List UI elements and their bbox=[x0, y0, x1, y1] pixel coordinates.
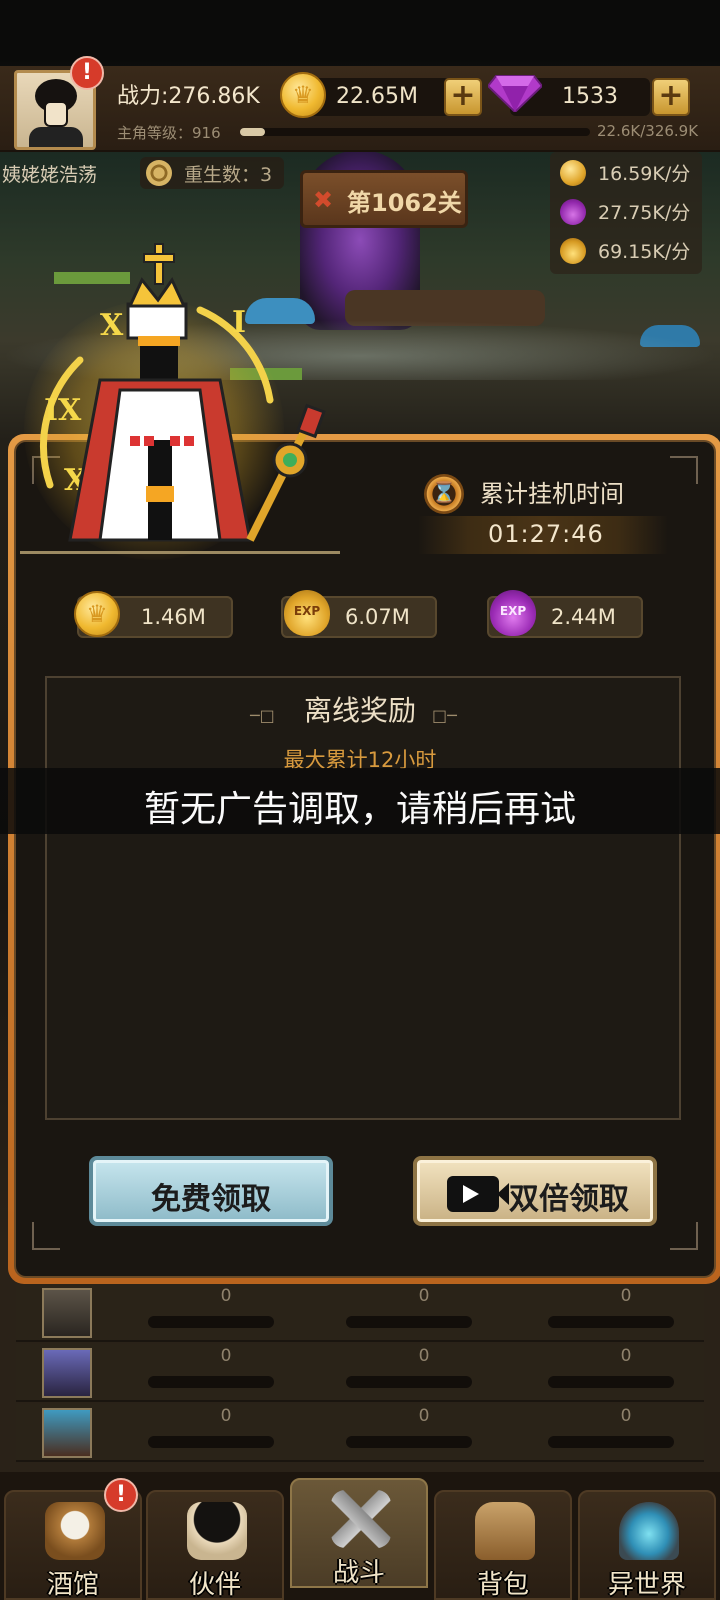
add-gem-button[interactable]: + bbox=[652, 78, 690, 116]
free-claim-button[interactable]: 免费领取 bbox=[89, 1156, 333, 1226]
rebirth-label: 重生数：3 bbox=[184, 164, 273, 186]
svg-text:X: X bbox=[100, 308, 124, 343]
income-rates-panel: 16.59K/分 27.75K/分 69.15K/分 bbox=[550, 152, 702, 274]
hero-level-exp: 22.6K/326.9K bbox=[597, 122, 699, 140]
beer-mug-icon bbox=[45, 1502, 105, 1560]
partner-stat: 0 bbox=[620, 1286, 632, 1306]
hourglass-icon bbox=[424, 474, 464, 514]
crossed-swords-icon: ✖ bbox=[313, 186, 334, 214]
nav-partner[interactable]: 伙伴 bbox=[146, 1490, 284, 1600]
partner-icon bbox=[187, 1502, 247, 1560]
partner-progress-bar bbox=[346, 1316, 472, 1328]
avatar-face bbox=[44, 101, 68, 127]
offline-reward-title: 离线奖励 bbox=[303, 694, 416, 727]
tavern-alert-badge: ! bbox=[104, 1478, 138, 1512]
dialog-corner-ornament bbox=[670, 1222, 698, 1250]
gold-value: 22.65M bbox=[336, 84, 418, 109]
add-gold-button[interactable]: + bbox=[444, 78, 482, 116]
partner-progress-bar bbox=[148, 1316, 274, 1328]
partner-stat: 0 bbox=[418, 1286, 430, 1306]
partner-avatar bbox=[42, 1348, 92, 1398]
king-hero-illustration: X IIXX bbox=[40, 243, 326, 542]
reward-gold-exp-value: 6.07M bbox=[345, 605, 410, 629]
purple-exp-icon-text: EXP bbox=[499, 604, 527, 618]
partner-stat: 0 bbox=[620, 1346, 632, 1366]
nav-backpack[interactable]: 背包 bbox=[434, 1490, 572, 1600]
partner-progress-bar bbox=[548, 1316, 674, 1328]
hero-level-progress bbox=[240, 128, 590, 136]
avatar-alert-badge: ! bbox=[70, 56, 104, 90]
toast-text: 暂无广告调取，请稍后再试 bbox=[143, 789, 576, 830]
reward-purple-exp-value: 2.44M bbox=[551, 605, 616, 629]
partner-progress-bar bbox=[548, 1376, 674, 1388]
purple-exp-icon bbox=[560, 199, 586, 225]
partner-stat: 0 bbox=[220, 1286, 232, 1306]
partner-stat: 0 bbox=[418, 1406, 430, 1426]
free-claim-label: 免费领取 bbox=[151, 1182, 271, 1217]
purple-exp-icon: EXP bbox=[490, 590, 536, 636]
player-name: 姨姥姥浩荡 bbox=[2, 164, 98, 186]
nav-otherworld-label: 异世界 bbox=[607, 1570, 686, 1600]
partner-row[interactable]: 0 0 0 bbox=[16, 1284, 704, 1342]
partner-stat: 0 bbox=[418, 1346, 430, 1366]
partner-avatar bbox=[42, 1408, 92, 1458]
rebirth-counter[interactable]: 重生数：3 bbox=[140, 157, 284, 189]
gold-exp-icon bbox=[560, 238, 586, 264]
gold-coin-icon bbox=[74, 591, 120, 637]
double-claim-label: 双倍领取 bbox=[509, 1182, 629, 1217]
reward-gold-value: 1.46M bbox=[141, 605, 206, 629]
partner-stat: 0 bbox=[620, 1406, 632, 1426]
crossed-swords-icon bbox=[331, 1490, 391, 1548]
backpack-icon bbox=[475, 1502, 535, 1560]
portal-icon bbox=[619, 1502, 679, 1560]
nav-partner-label: 伙伴 bbox=[188, 1570, 241, 1600]
dialog-corner-ornament bbox=[670, 456, 698, 484]
nav-otherworld[interactable]: 异世界 bbox=[578, 1490, 716, 1600]
idle-time-label: 累计挂机时间 bbox=[480, 480, 624, 508]
stage-banner: ✖ 第1062关 bbox=[300, 170, 468, 228]
offline-reward-panel bbox=[45, 676, 681, 1120]
gold-exp-rate: 69.15K/分 bbox=[598, 241, 691, 263]
nav-battle-label: 战斗 bbox=[332, 1558, 385, 1588]
partner-row[interactable]: 0 0 0 bbox=[16, 1344, 704, 1402]
avatar-body bbox=[29, 127, 83, 147]
stage-number: 第1062关 bbox=[347, 189, 462, 217]
nav-tavern-label: 酒馆 bbox=[46, 1570, 99, 1600]
gold-rate: 16.59K/分 bbox=[598, 163, 691, 185]
gold-exp-icon: EXP bbox=[284, 590, 330, 636]
hero-level-label: 主角等级：916 bbox=[117, 124, 221, 142]
gold-exp-icon-text: EXP bbox=[293, 604, 321, 618]
partner-stat: 0 bbox=[220, 1346, 232, 1366]
dialog-corner-ornament bbox=[32, 1222, 60, 1250]
nav-backpack-label: 背包 bbox=[476, 1570, 529, 1600]
video-camera-icon bbox=[447, 1176, 509, 1212]
partner-stat: 0 bbox=[220, 1406, 232, 1426]
purple-exp-rate: 27.75K/分 bbox=[598, 202, 691, 224]
partner-progress-bar bbox=[148, 1376, 274, 1388]
partner-progress-bar bbox=[346, 1376, 472, 1388]
idle-time-value: 01:27:46 bbox=[488, 520, 604, 548]
partner-avatar bbox=[42, 1288, 92, 1338]
gold-coin-icon bbox=[560, 160, 586, 186]
hero-platform-line bbox=[20, 551, 340, 554]
svg-text:I: I bbox=[232, 305, 246, 340]
partner-progress-bar bbox=[548, 1436, 674, 1448]
combat-power: 战力:276.86K bbox=[117, 84, 260, 109]
purple-gem-icon bbox=[488, 75, 542, 112]
partner-progress-bar bbox=[346, 1436, 472, 1448]
hero-level-progress-fill bbox=[240, 128, 265, 136]
toast-message: 暂无广告调取，请稍后再试 bbox=[0, 768, 720, 834]
double-claim-button[interactable]: 双倍领取 bbox=[413, 1156, 657, 1226]
partner-progress-bar bbox=[148, 1436, 274, 1448]
nav-battle[interactable]: 战斗 bbox=[290, 1478, 428, 1588]
svg-text:IX: IX bbox=[44, 393, 82, 428]
partner-row[interactable]: 0 0 0 bbox=[16, 1404, 704, 1462]
gem-value: 1533 bbox=[562, 84, 618, 109]
gear-icon bbox=[146, 160, 172, 186]
gold-coin-icon bbox=[280, 72, 326, 118]
